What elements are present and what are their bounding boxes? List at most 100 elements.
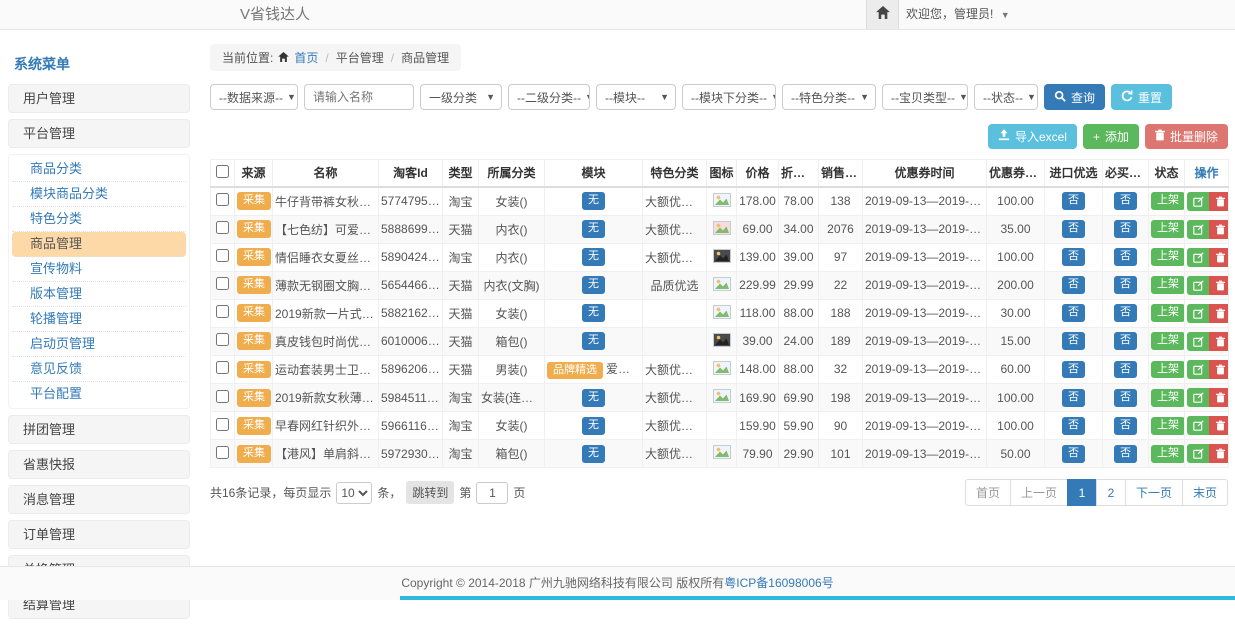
sidebar-item-promo-materials[interactable]: 宣传物料	[12, 257, 186, 282]
status-badge[interactable]: 上架	[1151, 332, 1185, 350]
sidebar-item-splash-page-mgmt[interactable]: 启动页管理	[12, 332, 186, 357]
filter-select-category-level2[interactable]: --二级分类--▼	[508, 84, 590, 110]
must-buy-toggle[interactable]: 否	[1114, 220, 1137, 238]
status-badge[interactable]: 上架	[1151, 361, 1185, 379]
sidebar-group-platform-mgmt[interactable]: 平台管理	[8, 119, 190, 148]
import-select-toggle[interactable]: 否	[1062, 248, 1085, 266]
user-menu[interactable]: 欢迎您，管理员! ▼	[906, 0, 1010, 30]
name-search-input[interactable]	[304, 84, 414, 110]
delete-button[interactable]	[1209, 444, 1229, 463]
row-checkbox[interactable]	[216, 418, 229, 431]
row-checkbox[interactable]	[216, 333, 229, 346]
import-select-toggle[interactable]: 否	[1062, 304, 1085, 322]
status-badge[interactable]: 上架	[1151, 389, 1185, 407]
edit-button[interactable]	[1187, 416, 1209, 435]
sidebar-item-version-mgmt[interactable]: 版本管理	[12, 282, 186, 307]
status-badge[interactable]: 上架	[1151, 248, 1185, 266]
row-checkbox[interactable]	[216, 446, 229, 459]
page-size-select[interactable]: 10	[336, 482, 372, 504]
search-button[interactable]: 查询	[1044, 84, 1105, 110]
home-button[interactable]	[866, 0, 899, 29]
breadcrumb-home-link[interactable]: 首页	[294, 49, 318, 66]
delete-button[interactable]	[1209, 192, 1229, 211]
delete-button[interactable]	[1209, 220, 1229, 239]
page-button-下一页[interactable]: 下一页	[1125, 479, 1183, 506]
filter-select-module[interactable]: --模块--▼	[596, 84, 676, 110]
row-checkbox[interactable]	[216, 305, 229, 318]
sidebar-item-carousel-mgmt[interactable]: 轮播管理	[12, 307, 186, 332]
add-button[interactable]: + 添加	[1083, 124, 1139, 149]
sidebar-item-platform-config[interactable]: 平台配置	[12, 382, 186, 406]
sidebar-group-order-mgmt[interactable]: 订单管理	[8, 520, 190, 549]
delete-button[interactable]	[1209, 332, 1229, 351]
import-select-toggle[interactable]: 否	[1062, 417, 1085, 435]
import-select-toggle[interactable]: 否	[1062, 389, 1085, 407]
status-badge[interactable]: 上架	[1151, 192, 1185, 210]
row-checkbox[interactable]	[216, 249, 229, 262]
filter-select-item-type[interactable]: --宝贝类型--▼	[882, 84, 968, 110]
must-buy-toggle[interactable]: 否	[1114, 332, 1137, 350]
batch-delete-button[interactable]: 批量删除	[1145, 124, 1228, 149]
row-checkbox[interactable]	[216, 193, 229, 206]
row-checkbox[interactable]	[216, 221, 229, 234]
edit-button[interactable]	[1187, 220, 1209, 239]
import-select-toggle[interactable]: 否	[1062, 192, 1085, 210]
jump-button[interactable]: 跳转到	[406, 481, 454, 504]
page-button-2[interactable]: 2	[1096, 479, 1126, 506]
import-select-toggle[interactable]: 否	[1062, 220, 1085, 238]
select-all-checkbox[interactable]	[216, 165, 229, 178]
edit-button[interactable]	[1187, 192, 1209, 211]
delete-button[interactable]	[1209, 304, 1229, 323]
must-buy-toggle[interactable]: 否	[1114, 445, 1137, 463]
status-badge[interactable]: 上架	[1151, 276, 1185, 294]
sidebar-item-feedback[interactable]: 意见反馈	[12, 357, 186, 382]
edit-button[interactable]	[1187, 276, 1209, 295]
import-select-toggle[interactable]: 否	[1062, 276, 1085, 294]
status-badge[interactable]: 上架	[1151, 304, 1185, 322]
must-buy-toggle[interactable]: 否	[1114, 248, 1137, 266]
edit-button[interactable]	[1187, 388, 1209, 407]
delete-button[interactable]	[1209, 276, 1229, 295]
import-select-toggle[interactable]: 否	[1062, 361, 1085, 379]
page-button-首页[interactable]: 首页	[965, 479, 1011, 506]
sidebar-item-goods-mgmt[interactable]: 商品管理	[12, 232, 186, 257]
icp-link[interactable]: 粤ICP备16098006号	[724, 576, 833, 590]
sidebar-item-goods-category[interactable]: 商品分类	[12, 157, 186, 182]
import-select-toggle[interactable]: 否	[1062, 332, 1085, 350]
import-excel-button[interactable]: 导入excel	[988, 124, 1077, 149]
sidebar-group-saving-express[interactable]: 省惠快报	[8, 450, 190, 479]
filter-select-category-level1[interactable]: 一级分类▼	[420, 84, 502, 110]
edit-button[interactable]	[1187, 304, 1209, 323]
row-checkbox[interactable]	[216, 361, 229, 374]
edit-button[interactable]	[1187, 444, 1209, 463]
filter-select-module-sub[interactable]: --模块下分类--▼	[682, 84, 776, 110]
sidebar-group-group-buy-mgmt[interactable]: 拼团管理	[8, 415, 190, 444]
must-buy-toggle[interactable]: 否	[1114, 304, 1137, 322]
page-button-上一页[interactable]: 上一页	[1010, 479, 1068, 506]
row-checkbox[interactable]	[216, 277, 229, 290]
must-buy-toggle[interactable]: 否	[1114, 389, 1137, 407]
sidebar-group-user-mgmt[interactable]: 用户管理	[8, 84, 190, 113]
sidebar-item-module-goods-category[interactable]: 模块商品分类	[12, 182, 186, 207]
page-button-末页[interactable]: 末页	[1182, 479, 1228, 506]
edit-button[interactable]	[1187, 248, 1209, 267]
filter-select-data-source[interactable]: --数据来源--▼	[210, 84, 298, 110]
reset-button[interactable]: 重置	[1111, 84, 1172, 110]
delete-button[interactable]	[1209, 388, 1229, 407]
page-number-input[interactable]	[476, 482, 508, 504]
status-badge[interactable]: 上架	[1151, 445, 1185, 463]
sidebar-group-message-mgmt[interactable]: 消息管理	[8, 485, 190, 514]
page-button-1[interactable]: 1	[1067, 479, 1097, 506]
delete-button[interactable]	[1209, 248, 1229, 267]
must-buy-toggle[interactable]: 否	[1114, 276, 1137, 294]
edit-button[interactable]	[1187, 332, 1209, 351]
status-badge[interactable]: 上架	[1151, 220, 1185, 238]
must-buy-toggle[interactable]: 否	[1114, 192, 1137, 210]
filter-select-status[interactable]: --状态--▼	[974, 84, 1038, 110]
must-buy-toggle[interactable]: 否	[1114, 361, 1137, 379]
sidebar-item-special-category[interactable]: 特色分类	[12, 207, 186, 232]
status-badge[interactable]: 上架	[1151, 417, 1185, 435]
import-select-toggle[interactable]: 否	[1062, 445, 1085, 463]
delete-button[interactable]	[1209, 360, 1229, 379]
edit-button[interactable]	[1187, 360, 1209, 379]
